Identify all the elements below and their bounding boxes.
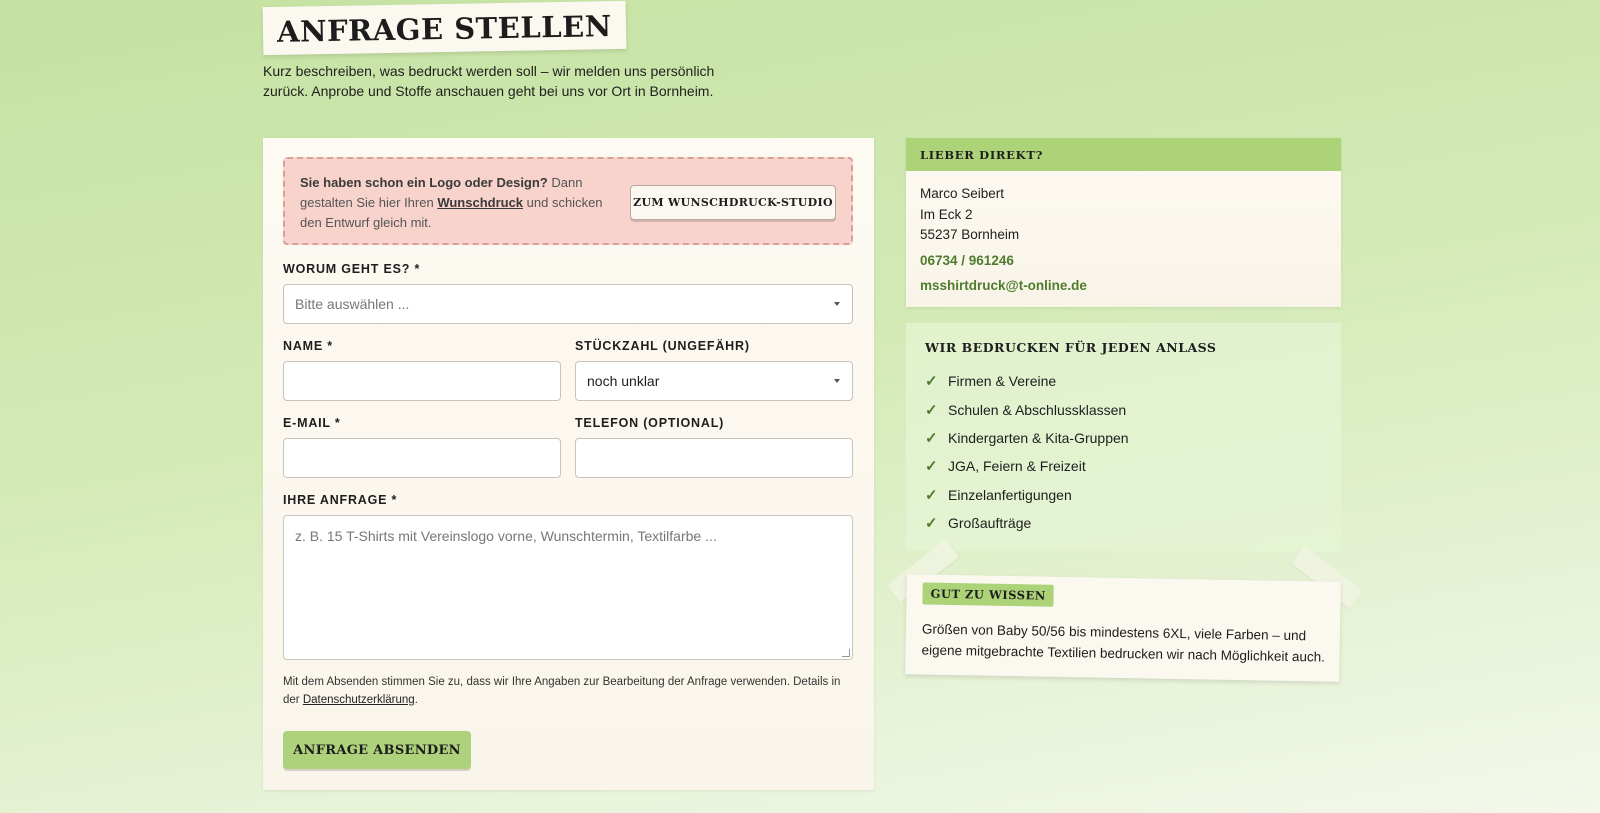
check-icon: ✓	[925, 486, 938, 504]
contact-heading: LIEBER DIREKT?	[906, 138, 1341, 171]
check-icon: ✓	[925, 515, 938, 533]
name-label: NAME *	[283, 339, 333, 353]
list-item: ✓ Schulen & Abschlussklassen	[925, 395, 1129, 423]
check-icon: ✓	[925, 458, 938, 476]
quantity-select[interactable]: noch unklar	[575, 361, 853, 401]
wunschdruck-link[interactable]: Wunschdruck	[437, 195, 523, 210]
check-icon: ✓	[925, 401, 938, 419]
message-placeholder: z. B. 15 T-Shirts mit Vereinslogo vorne,…	[295, 528, 717, 544]
message-textarea[interactable]: z. B. 15 T-Shirts mit Vereinslogo vorne,…	[283, 515, 853, 660]
list-item-label: Einzelanfertigungen	[948, 486, 1072, 503]
page-title-label: ANFRAGE STELLEN	[262, 0, 627, 56]
consent-text-end: .	[414, 694, 418, 706]
list-item: ✓ Firmen & Vereine	[925, 367, 1129, 395]
chevron-down-icon	[834, 379, 840, 383]
contact-city: 55237 Bornheim	[920, 227, 1020, 242]
note-badge: GUT ZU WISSEN	[922, 582, 1055, 607]
consent-text: Mit dem Absenden stimmen Sie zu, dass wi…	[283, 673, 853, 709]
email-label: E-MAIL *	[283, 416, 341, 430]
occasions-card: WIR BEDRUCKEN FÜR JEDEN ANLASS ✓ Firmen &…	[906, 323, 1341, 551]
studio-button[interactable]: ZUM WUNSCHDRUCK-STUDIO	[630, 185, 836, 220]
studio-hint-box: Sie haben schon ein Logo oder Design? Da…	[283, 157, 853, 245]
contact-body: Marco Seibert Im Eck 2 55237 Bornheim 06…	[906, 171, 1341, 297]
list-item-label: Schulen & Abschlussklassen	[948, 401, 1127, 418]
resize-handle-icon[interactable]	[842, 649, 850, 657]
list-item-label: Kindergarten & Kita-Gruppen	[948, 429, 1129, 446]
list-item: ✓ Einzelanfertigungen	[925, 481, 1129, 509]
occasions-title: WIR BEDRUCKEN FÜR JEDEN ANLASS	[925, 340, 1217, 355]
list-item-label: Firmen & Vereine	[948, 373, 1057, 390]
message-label: IHRE ANFRAGE *	[283, 493, 398, 507]
topic-label: WORUM GEHT ES? *	[283, 262, 421, 276]
check-icon: ✓	[925, 373, 938, 391]
list-item-label: Großaufträge	[948, 515, 1032, 532]
privacy-link[interactable]: Datenschutzerklärung	[303, 694, 415, 706]
studio-hint-text: Sie haben schon ein Logo oder Design? Da…	[300, 173, 610, 233]
email-link[interactable]: msshirtdruck@t-online.de	[920, 276, 1327, 297]
check-icon: ✓	[925, 429, 938, 447]
occasions-list: ✓ Firmen & Vereine ✓ Schulen & Abschlusskl…	[925, 367, 1129, 537]
note-card: GUT ZU WISSEN Größen von Baby 50/56 bis …	[905, 574, 1341, 682]
studio-hint-bold: Sie haben schon ein Logo oder Design?	[300, 175, 548, 190]
topic-select-value: Bitte auswählen ...	[295, 296, 410, 312]
list-item: ✓ Kindergarten & Kita-Gruppen	[925, 424, 1129, 452]
contact-street: Im Eck 2	[920, 206, 973, 222]
name-field[interactable]	[283, 361, 561, 401]
email-field[interactable]	[283, 438, 561, 478]
chevron-down-icon	[834, 302, 840, 306]
phone-link[interactable]: 06734 / 961246	[920, 251, 1327, 272]
phone-label: TELEFON (OPTIONAL)	[575, 416, 725, 430]
list-item: ✓ JGA, Feiern & Freizeit	[925, 452, 1129, 480]
contact-name: Marco Seibert	[920, 186, 1005, 201]
note-text: Größen von Baby 50/56 bis mindestens 6XL…	[921, 621, 1326, 665]
contact-card: LIEBER DIREKT? Marco Seibert Im Eck 2 55…	[906, 138, 1341, 307]
quantity-label: STÜCKZAHL (UNGEFÄHR)	[575, 339, 750, 353]
inquiry-form: Sie haben schon ein Logo oder Design? Da…	[263, 138, 874, 790]
intro-text: Kurz beschreiben, was bedruckt werden so…	[263, 63, 715, 99]
submit-button[interactable]: ANFRAGE ABSENDEN	[283, 731, 471, 769]
list-item: ✓ Großaufträge	[925, 509, 1129, 537]
page-title: ANFRAGE STELLEN	[276, 9, 612, 49]
list-item-label: JGA, Feiern & Freizeit	[948, 458, 1086, 475]
quantity-select-value: noch unklar	[587, 373, 660, 389]
phone-field[interactable]	[575, 438, 853, 478]
topic-select[interactable]: Bitte auswählen ...	[283, 284, 853, 324]
